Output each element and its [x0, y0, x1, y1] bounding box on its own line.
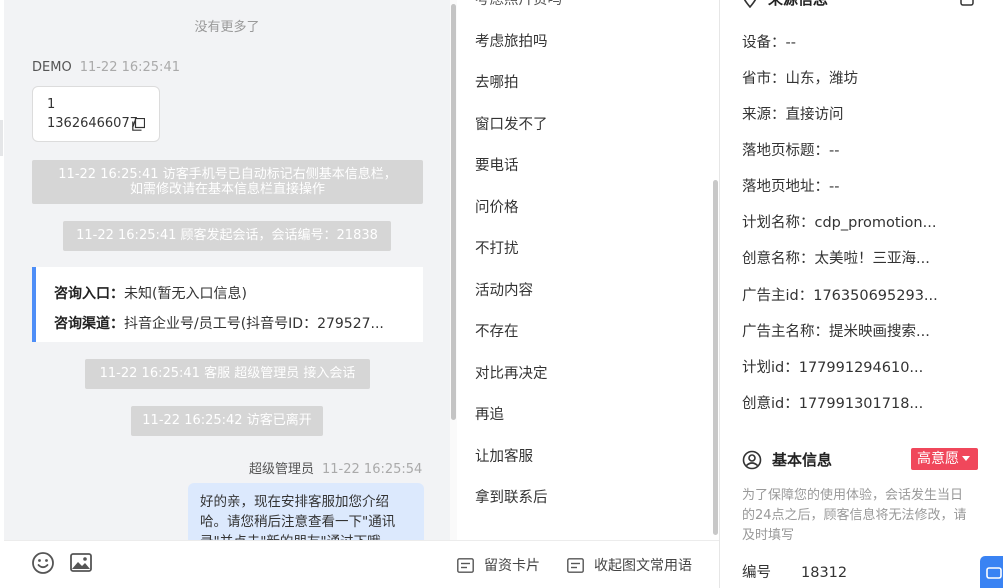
floating-chat-button[interactable] [980, 556, 1003, 588]
intent-level-dropdown[interactable]: 高意愿 [911, 448, 978, 470]
edit-icon[interactable] [960, 0, 974, 6]
phrase-item[interactable]: 拿到联系后 [475, 486, 548, 507]
customer-message-line2: 13626466077 [47, 116, 138, 131]
agent-time: 11-22 16:25:54 [322, 462, 423, 477]
phrase-item[interactable]: 让加客服 [475, 445, 533, 466]
entry-row: 咨询入口：未知(暂无入口信息) [54, 279, 404, 309]
basic-info-header: 基本信息 [742, 449, 832, 470]
phrase-item[interactable]: 活动内容 [475, 279, 533, 300]
phrase-item[interactable]: 去哪拍 [475, 71, 519, 92]
channel-row: 咨询渠道：抖音企业号/员工号(抖音号ID：279527... [54, 309, 404, 339]
chat-left-edge [0, 120, 3, 156]
phrase-item[interactable]: 要电话 [475, 154, 519, 175]
phrases-footer: 留资卡片 收起图文常用语 [457, 540, 719, 588]
info-row-landing-url: 落地页地址：-- [742, 179, 840, 195]
collapse-icon [567, 557, 584, 573]
phrases-scrollbar[interactable] [712, 0, 719, 540]
chat-message-list[interactable]: 没有更多了 DEMO 11-22 16:25:41 1 13626466077 1… [4, 0, 450, 540]
info-row-advertiser-id: 广告主id：176350695293... [742, 288, 938, 304]
info-row-device: 设备：-- [742, 35, 796, 51]
basic-info-title: 基本信息 [772, 451, 833, 469]
no-more-text: 没有更多了 [194, 20, 260, 35]
consult-entry-card: 咨询入口：未知(暂无入口信息) 咨询渠道：抖音企业号/员工号(抖音号ID：279… [32, 267, 423, 342]
customer-id-label: 编号 [742, 565, 771, 581]
phrase-item-partial[interactable]: 考虑照片贵吗 [475, 0, 562, 9]
chat-panel: 没有更多了 DEMO 11-22 16:25:41 1 13626466077 1… [0, 0, 457, 588]
entry-value: 未知(暂无入口信息) [124, 286, 247, 302]
customer-message-bubble: 1 13626466077 [32, 86, 160, 142]
sys-note-visitor-left: 11-22 16:25:42 访客已离开 [131, 406, 323, 436]
quick-phrases-panel: 考虑照片贵吗 考虑旅拍吗 去哪拍 窗口发不了 要电话 问价格 不打扰 活动内容 … [457, 0, 719, 588]
sys-note-agent-join: 11-22 16:25:41 客服 超级管理员 接入会话 [85, 359, 370, 389]
intent-level-label: 高意愿 [917, 451, 959, 467]
chat-bubble-icon [986, 567, 1002, 579]
info-row-creative-name: 创意名称：太美啦！三亚海... [742, 251, 930, 267]
sys-note-session-start: 11-22 16:25:41 顾客发起会话，会话编号：21838 [63, 221, 391, 251]
sys-note-auto-mark-line1: 11-22 16:25:41 访客手机号已自动标记右侧基本信息栏， [58, 167, 397, 182]
user-icon [742, 450, 762, 469]
agent-message-bubble: 好的亲，现在安排客服加您介绍哈。请您稍后注意查看一下"通讯录"并点击"新的朋友"… [188, 483, 424, 540]
phrase-item[interactable]: 不打扰 [475, 237, 519, 258]
phrase-item[interactable]: 考虑旅拍吗 [475, 30, 548, 51]
phrase-item[interactable]: 问价格 [475, 196, 519, 217]
channel-label: 咨询渠道： [54, 316, 124, 332]
info-row-source: 来源：直接访问 [742, 107, 844, 123]
source-info-header: 来源信息 [742, 0, 828, 9]
customer-name: DEMO [32, 60, 72, 75]
channel-value: 抖音企业号/员工号(抖音号ID：279527... [124, 316, 384, 332]
lead-card-label: 留资卡片 [484, 558, 540, 574]
entry-label: 咨询入口： [54, 286, 124, 302]
phrase-item[interactable]: 窗口发不了 [475, 113, 548, 134]
chat-scrollbar[interactable] [450, 0, 457, 540]
customer-meta: DEMO 11-22 16:25:41 [32, 60, 180, 75]
customer-id-row: 编号 18312 [742, 561, 974, 582]
info-row-region: 省市：山东，潍坊 [742, 71, 858, 87]
edit-deadline-notice: 为了保障您的使用体验，会话发生当日的24点之后，顾客信息将无法修改，请及时填写 [742, 488, 967, 543]
chat-toolbar [4, 540, 457, 588]
phrase-item[interactable]: 再追 [475, 403, 504, 424]
phrases-scrollbar-thumb[interactable] [713, 180, 718, 535]
phrase-item[interactable]: 对比再决定 [475, 362, 548, 383]
image-icon[interactable] [68, 550, 94, 576]
location-pin-icon [744, 0, 756, 8]
agent-name: 超级管理员 [249, 462, 315, 477]
source-info-title: 来源信息 [768, 0, 828, 9]
sys-note-auto-mark: 11-22 16:25:41 访客手机号已自动标记右侧基本信息栏， 如需修改请在… [32, 160, 423, 204]
info-row-plan-name: 计划名称：cdp_promotion... [742, 215, 937, 231]
customer-time: 11-22 16:25:41 [79, 60, 180, 75]
info-row-advertiser-name: 广告主名称：提米映画搜索... [742, 324, 930, 340]
lead-card-button[interactable]: 留资卡片 [457, 555, 540, 575]
caret-down-icon [962, 456, 970, 461]
sys-note-auto-mark-line2: 如需修改请在基本信息栏直接操作 [129, 182, 325, 197]
info-row-landing-title: 落地页标题：-- [742, 143, 840, 159]
customer-id-value: 18312 [801, 565, 848, 581]
info-row-plan-id: 计划id：177991294610... [742, 360, 924, 376]
copy-icon[interactable] [132, 118, 145, 131]
phrase-item[interactable]: 不存在 [475, 320, 519, 341]
customer-message-line1: 1 [47, 97, 56, 112]
collapse-phrases-label: 收起图文常用语 [594, 558, 692, 574]
collapse-phrases-button[interactable]: 收起图文常用语 [567, 555, 692, 575]
customer-info-panel: 来源信息 设备：-- 省市：山东，潍坊 来源：直接访问 落地页标题：-- 落地页… [720, 0, 1003, 588]
info-row-creative-id: 创意id：177991301718... [742, 396, 924, 412]
chat-scrollbar-thumb[interactable] [451, 4, 456, 420]
agent-meta: 超级管理员 11-22 16:25:54 [249, 458, 422, 477]
card-icon [457, 557, 474, 573]
smile-icon[interactable] [30, 550, 56, 576]
